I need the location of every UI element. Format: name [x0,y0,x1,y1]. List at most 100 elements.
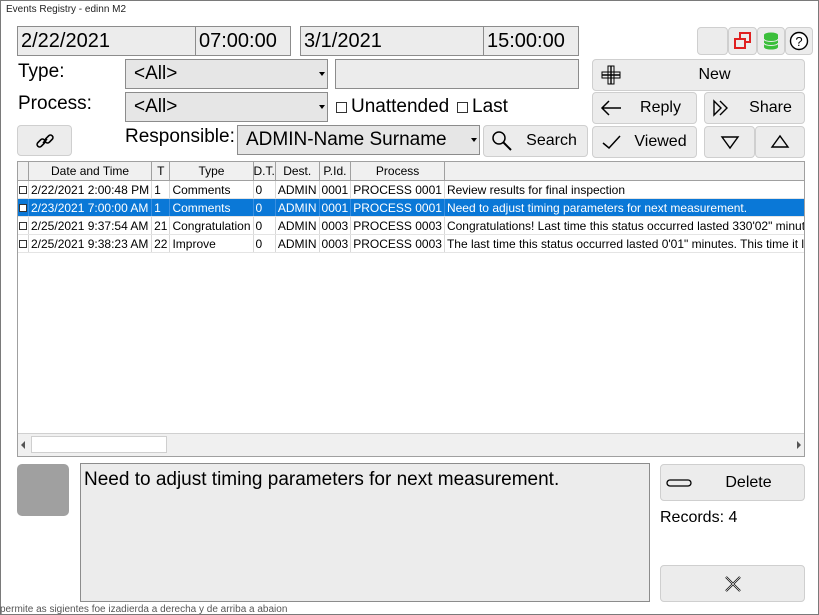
column-header[interactable]: D.T. [253,162,276,181]
link-button[interactable] [17,125,72,156]
scroll-right-icon[interactable] [797,441,801,449]
row-indicator [18,234,29,253]
move-down-button[interactable] [704,126,755,158]
table-cell: ADMIN [275,180,320,199]
delete-button[interactable]: Delete [660,464,805,501]
overflow-text: permite as sigientes foe izadierda a der… [0,604,288,615]
table-cell: PROCESS 0001 [350,180,445,199]
help-button[interactable]: ? [785,27,813,55]
table-cell: The last time this status occurred laste… [444,234,804,253]
table-cell: 0 [253,180,276,199]
unattended-checkbox[interactable]: Unattended [336,96,449,118]
viewed-button[interactable]: Viewed [592,126,697,158]
reply-label: Reply [640,99,681,116]
table-cell: 1 [151,180,171,199]
table-cell: 22 [151,234,171,253]
table-cell: ADMIN [275,216,320,235]
search-icon [488,127,516,155]
minus-icon [665,469,693,497]
table-row[interactable]: 2/25/2021 9:37:54 AM 21 Congratulation 0 ADM… [18,216,804,235]
responsible-select-value: ADMIN-Name Surname [246,129,447,150]
end-time-field[interactable]: 15:00:00 [483,26,579,56]
row-status-icon [19,222,27,231]
last-checkbox[interactable]: Last [457,96,508,118]
table-row[interactable]: 2/22/2021 2:00:48 PM 1 Comments 0 ADMIN 0001 P… [18,180,804,199]
row-status-icon [19,240,27,249]
share-button[interactable]: Share [704,92,805,124]
column-header[interactable]: T [151,162,171,181]
search-label: Search [526,132,577,149]
table-cell: PROCESS 0003 [350,216,445,235]
checkbox-box [457,101,468,113]
table-cell: ADMIN [275,198,320,217]
table-cell: 0001 [319,180,352,199]
help-icon: ? [789,31,809,51]
database-icon [763,32,779,50]
table-cell: Comments [169,198,254,217]
search-button[interactable]: Search [483,125,588,157]
column-header[interactable]: Type [169,162,254,181]
process-select-value: <All> [134,96,178,117]
row-status-icon [19,186,27,195]
table-cell: 0 [253,234,276,253]
row-indicator [18,216,29,235]
blank-toolbar-button[interactable] [697,27,728,55]
new-label: New [698,66,731,83]
window-title: Events Registry - edinn M2 [1,1,818,19]
column-header[interactable]: Dest. [275,162,320,181]
reply-button[interactable]: Reply [592,92,697,124]
table-cell: Improve [169,234,254,253]
events-registry-window: Events Registry - edinn M2 2/22/2021 07:… [0,0,819,615]
table-cell: 2/23/2021 7:00:00 AM [28,198,153,217]
message-textbox[interactable]: Need to adjust timing parameters for nex… [80,463,650,602]
close-icon [724,575,741,592]
scrollbar-thumb[interactable] [31,436,167,453]
column-header[interactable]: Date and Time [28,162,153,181]
table-cell: 0 [253,198,276,217]
column-header[interactable]: P.Id. [319,162,352,181]
delete-label: Delete [725,473,772,491]
avatar [17,464,69,516]
table-cell: 2/25/2021 9:37:54 AM [28,216,153,235]
database-button[interactable] [757,27,785,55]
column-header[interactable] [444,162,804,181]
table-cell: 2/25/2021 9:38:23 AM [28,234,153,253]
new-button[interactable]: New [592,59,805,91]
horizontal-scrollbar[interactable] [18,433,804,456]
end-date-field[interactable]: 3/1/2021 [300,26,486,56]
type-text-field[interactable] [335,59,579,89]
table-cell: 0001 [319,198,352,217]
table-cell: Need to adjust timing parameters for nex… [444,198,804,217]
arrow-left-icon [597,94,625,122]
type-select[interactable]: <All> [125,59,328,89]
unattended-label: Unattended [351,96,450,117]
start-time-field[interactable]: 07:00:00 [195,26,291,56]
table-cell: Congratulation [169,216,254,235]
responsible-select[interactable]: ADMIN-Name Surname [237,125,480,155]
share-icon [709,94,737,122]
viewed-label: Viewed [634,133,687,150]
scroll-left-icon[interactable] [21,441,25,449]
row-status-icon [19,204,27,213]
start-date-field[interactable]: 2/22/2021 [17,26,197,56]
windows-icon [733,32,751,49]
checkmark-icon [597,128,625,156]
close-button[interactable] [660,565,805,602]
process-select[interactable]: <All> [125,92,328,122]
chevron-down-icon [319,105,325,109]
type-label: Type: [18,61,65,82]
events-table: Date and Time T Type D.T. Dest. P.Id. Pr… [18,162,804,253]
windows-button[interactable] [728,27,757,55]
link-icon [35,133,54,148]
column-header[interactable]: Process [350,162,445,181]
move-up-button[interactable] [755,126,805,158]
table-cell: PROCESS 0001 [350,198,445,217]
events-grid[interactable]: Date and Time T Type D.T. Dest. P.Id. Pr… [17,161,805,457]
table-cell: 0003 [319,234,352,253]
table-row[interactable]: 2/25/2021 9:38:23 AM 22 Improve 0 ADMIN 0003 P… [18,234,804,253]
table-cell: Congratulations! Last time this status o… [444,216,804,235]
table-cell: Comments [169,180,254,199]
triangle-down-icon [720,136,739,150]
table-cell: ADMIN [275,234,320,253]
table-row[interactable]: 2/23/2021 7:00:00 AM 1 Comments 0 ADMIN 0001 P… [18,198,804,217]
